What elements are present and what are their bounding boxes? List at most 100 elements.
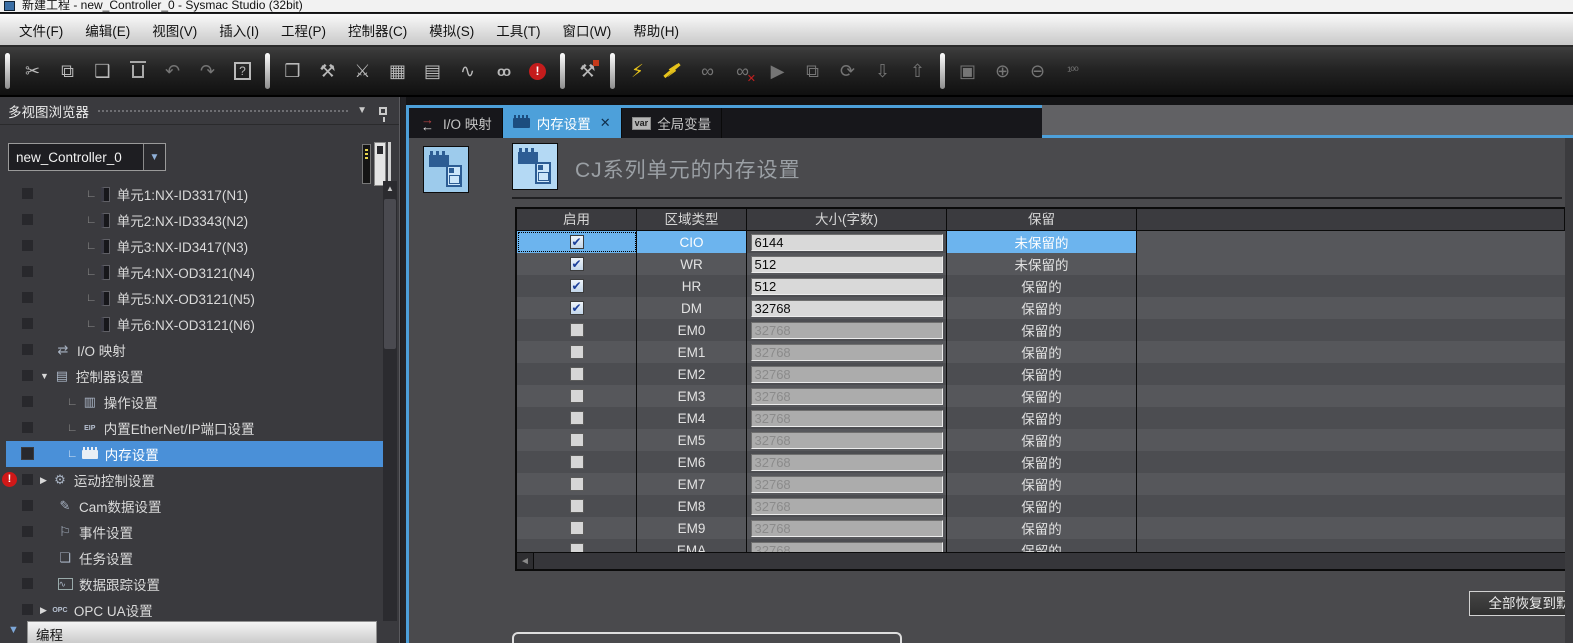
tree-item-data-trace-settings[interactable]: ∿ 数据跟踪设置 — [0, 571, 383, 597]
retain-cell[interactable]: 保留的 — [947, 297, 1137, 319]
close-icon[interactable]: ✕ — [600, 115, 611, 131]
retain-cell[interactable]: 保留的 — [947, 319, 1137, 341]
tree-item-controller-settings[interactable]: ▼ ▤ 控制器设置 — [0, 363, 383, 389]
error-list-icon[interactable]: ! — [520, 53, 555, 89]
retain-cell[interactable]: 保留的 — [947, 495, 1137, 517]
table-row-em8[interactable]: EM8 保留的 — [517, 495, 1565, 517]
download-to-controller-icon[interactable]: ⇩ — [865, 53, 900, 89]
zoom-out-icon[interactable]: ⊖ — [1020, 53, 1055, 89]
retain-cell[interactable]: 保留的 — [947, 451, 1137, 473]
tree-item-event-settings[interactable]: ⚐ 事件设置 — [0, 519, 383, 545]
tree-item-unit3[interactable]: ∟ 单元3:NX-ID3417(N3) — [0, 233, 383, 259]
table-row-em0[interactable]: EM0 保留的 — [517, 319, 1565, 341]
check-program-icon[interactable]: ⚒ — [570, 53, 605, 89]
search-icon[interactable]: oo — [485, 53, 520, 89]
tree-item-unit6[interactable]: ∟ 单元6:NX-OD3121(N6) — [0, 311, 383, 337]
horizontal-scrollbar[interactable]: ◄ — [517, 552, 1565, 569]
enable-checkbox[interactable]: ✔ — [570, 279, 584, 293]
tree-item-motion-control-settings[interactable]: ! ▶ ⚙ 运动控制设置 — [0, 467, 383, 493]
editor-nav-memory-icon[interactable] — [423, 146, 469, 193]
chevron-down-icon[interactable]: ▼ — [143, 144, 165, 170]
undo-icon[interactable]: ↶ — [155, 53, 190, 89]
menu-edit[interactable]: 编辑(E) — [74, 14, 141, 45]
retain-cell[interactable]: 未保留的 — [947, 231, 1137, 253]
go-offline-icon[interactable]: ⚡ — [655, 53, 690, 89]
rebuild-icon[interactable]: ⚔ — [345, 53, 380, 89]
size-input[interactable] — [751, 278, 943, 295]
retain-cell[interactable]: 保留的 — [947, 385, 1137, 407]
enable-checkbox[interactable]: ✔ — [570, 301, 584, 315]
scrollbar-thumb[interactable] — [384, 199, 396, 349]
table-row-em6[interactable]: EM6 保留的 — [517, 451, 1565, 473]
enable-checkbox[interactable] — [570, 455, 584, 469]
controller-selector[interactable]: new_Controller_0 ▼ — [8, 143, 166, 171]
size-input[interactable] — [751, 410, 943, 427]
table-row-em2[interactable]: EM2 保留的 — [517, 363, 1565, 385]
scroll-left-icon[interactable]: ◄ — [517, 553, 534, 569]
enable-checkbox[interactable]: ✔ — [570, 257, 584, 271]
stop-monitor-icon[interactable]: ∞ — [725, 53, 760, 89]
table-row-cio[interactable]: ✔ CIO 未保留的 — [517, 231, 1565, 253]
size-input[interactable] — [751, 322, 943, 339]
retain-cell[interactable]: 保留的 — [947, 341, 1137, 363]
export-window-icon[interactable]: ❒ — [275, 53, 310, 89]
tree-item-unit4[interactable]: ∟ 单元4:NX-OD3121(N4) — [0, 259, 383, 285]
retain-cell[interactable]: 保留的 — [947, 429, 1137, 451]
tree-item-memory-settings[interactable]: ∟ 内存设置 — [6, 441, 383, 467]
upload-from-controller-icon[interactable]: ⇧ — [900, 53, 935, 89]
cut-icon[interactable]: ✂ — [15, 53, 50, 89]
zoom-in-icon[interactable]: ⊕ — [985, 53, 1020, 89]
collapse-triangle-icon[interactable]: ▶ — [40, 605, 47, 616]
size-input[interactable] — [751, 344, 943, 361]
enable-checkbox[interactable] — [570, 499, 584, 513]
zoom-fit-icon[interactable]: ▣ — [950, 53, 985, 89]
monitor-icon[interactable]: ∞ — [690, 53, 725, 89]
programming-expand-icon[interactable]: ▼ — [8, 624, 19, 636]
menu-insert[interactable]: 插入(I) — [208, 14, 270, 45]
size-input[interactable] — [751, 498, 943, 515]
scroll-up-icon[interactable]: ▲ — [383, 181, 397, 197]
programming-section-bar[interactable]: 编程 — [27, 621, 377, 643]
table-row-em4[interactable]: EM4 保留的 — [517, 407, 1565, 429]
enable-checkbox[interactable] — [570, 477, 584, 491]
collapse-triangle-icon[interactable]: ▶ — [40, 475, 47, 486]
retain-cell[interactable]: 保留的 — [947, 275, 1137, 297]
go-online-icon[interactable]: ⚡ — [620, 53, 655, 89]
retain-cell[interactable]: 保留的 — [947, 363, 1137, 385]
differential-monitor-icon[interactable]: ⧉ — [795, 53, 830, 89]
expand-triangle-icon[interactable]: ▼ — [40, 371, 49, 381]
enable-checkbox[interactable] — [570, 411, 584, 425]
retain-cell[interactable]: 保留的 — [947, 407, 1137, 429]
menu-file[interactable]: 文件(F) — [8, 14, 74, 45]
watch-window-icon[interactable]: ▦ — [380, 53, 415, 89]
tree-item-io-map[interactable]: ⇄ I/O 映射 — [0, 337, 383, 363]
tree-item-unit5[interactable]: ∟ 单元5:NX-OD3121(N5) — [0, 285, 383, 311]
retain-cell[interactable]: 未保留的 — [947, 253, 1137, 275]
tree-item-cam-data-settings[interactable]: ✎ Cam数据设置 — [0, 493, 383, 519]
table-row-wr[interactable]: ✔ WR 未保留的 — [517, 253, 1565, 275]
enable-checkbox[interactable] — [570, 433, 584, 447]
enable-checkbox[interactable] — [570, 345, 584, 359]
menu-project[interactable]: 工程(P) — [270, 14, 337, 45]
data-trace-icon[interactable]: ∿ — [450, 53, 485, 89]
size-input[interactable] — [751, 388, 943, 405]
run-simulation-icon[interactable]: ▶ — [760, 53, 795, 89]
table-row-em5[interactable]: EM5 保留的 — [517, 429, 1565, 451]
table-row-em3[interactable]: EM3 保留的 — [517, 385, 1565, 407]
zoom-100-icon[interactable]: ¹⁰⁰ — [1055, 53, 1090, 89]
enable-checkbox[interactable]: ✔ — [570, 235, 584, 249]
retain-cell[interactable]: 保留的 — [947, 517, 1137, 539]
tab-io-map[interactable]: →← I/O 映射 — [409, 108, 503, 138]
tree-item-ethernet-ip-settings[interactable]: ∟ EIP 内置EtherNet/IP端口设置 — [0, 415, 383, 441]
size-input[interactable] — [751, 454, 943, 471]
copy-icon[interactable]: ⧉ — [50, 53, 85, 89]
panel-menu-icon[interactable]: ▼ — [357, 105, 367, 116]
tree-item-operation-settings[interactable]: ∟ ▥ 操作设置 — [0, 389, 383, 415]
menu-simulation[interactable]: 模拟(S) — [418, 14, 485, 45]
table-row-dm[interactable]: ✔ DM 保留的 — [517, 297, 1565, 319]
tree-item-task-settings[interactable]: ❏ 任务设置 — [0, 545, 383, 571]
tab-memory-settings[interactable]: 内存设置 ✕ — [503, 108, 622, 138]
menu-help[interactable]: 帮助(H) — [622, 14, 690, 45]
table-row-em7[interactable]: EM7 保留的 — [517, 473, 1565, 495]
pin-icon[interactable] — [379, 107, 387, 115]
